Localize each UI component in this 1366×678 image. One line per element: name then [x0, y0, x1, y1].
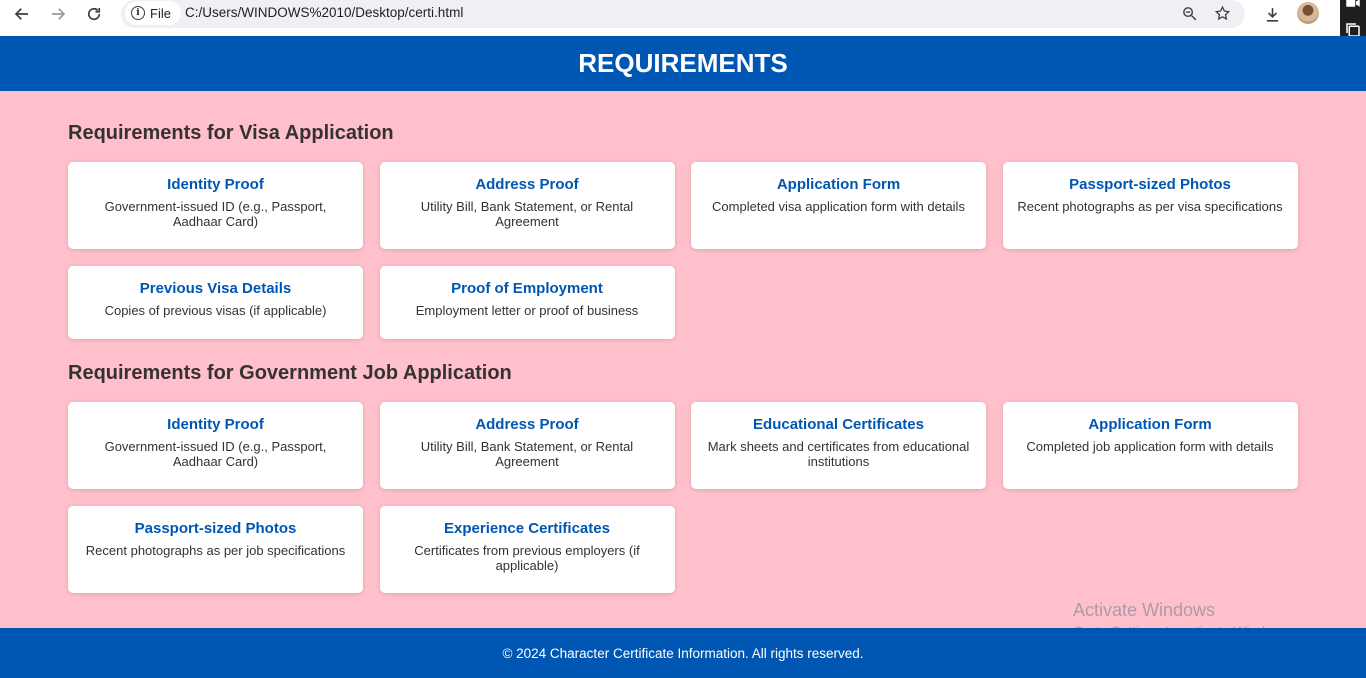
- card-description: Government-issued ID (e.g., Passport, Aa…: [104, 439, 327, 469]
- card-description: Completed job application form with deta…: [1026, 439, 1274, 454]
- card-title: Proof of Employment: [451, 280, 603, 297]
- scheme-label: File: [150, 5, 171, 21]
- forward-arrow-icon[interactable]: [46, 2, 70, 26]
- card-description: Mark sheets and certificates from educat…: [707, 439, 970, 469]
- requirement-card: Address Proof Utility Bill, Bank Stateme…: [379, 162, 675, 249]
- requirement-card: Previous Visa Details Copies of previous…: [68, 266, 363, 339]
- job-requirements-grid: Identity Proof Government-issued ID (e.g…: [68, 402, 1298, 593]
- card-description: Employment letter or proof of business: [415, 303, 639, 318]
- address-bar[interactable]: i File C:/Users/WINDOWS%2010/Desktop/cer…: [121, 0, 1245, 28]
- card-description: Copies of previous visas (if applicable): [104, 303, 327, 318]
- site-info-chip[interactable]: i File: [125, 1, 181, 25]
- card-description: Utility Bill, Bank Statement, or Rental …: [420, 199, 634, 229]
- footer-text: © 2024 Character Certificate Information…: [502, 645, 864, 661]
- requirement-card: Passport-sized Photos Recent photographs…: [1002, 162, 1298, 249]
- card-title: Application Form: [776, 176, 901, 193]
- card-title: Address Proof: [475, 176, 579, 193]
- card-title: Address Proof: [475, 416, 579, 433]
- card-title: Previous Visa Details: [139, 280, 292, 297]
- card-description: Utility Bill, Bank Statement, or Rental …: [420, 439, 634, 469]
- watermark-title: Activate Windows: [1073, 600, 1216, 620]
- requirement-card: Application Form Completed job applicati…: [1002, 402, 1298, 489]
- page-footer: © 2024 Character Certificate Information…: [0, 628, 1366, 678]
- card-description: Certificates from previous employers (if…: [414, 543, 640, 573]
- card-title: Educational Certificates: [753, 416, 924, 433]
- requirement-card: Proof of Employment Employment letter or…: [379, 266, 675, 339]
- card-title: Identity Proof: [167, 416, 264, 433]
- card-title: Passport-sized Photos: [1069, 176, 1231, 193]
- info-icon: i: [131, 6, 145, 20]
- reload-icon[interactable]: [82, 2, 106, 26]
- requirement-card: Experience Certificates Certificates fro…: [379, 506, 675, 593]
- browser-toolbar: i File C:/Users/WINDOWS%2010/Desktop/cer…: [0, 0, 1366, 74]
- requirement-card: Identity Proof Government-issued ID (e.g…: [68, 402, 363, 489]
- requirement-card: Application Form Completed visa applicat…: [691, 162, 986, 249]
- video-icon[interactable]: [1344, 0, 1362, 12]
- section-title-visa: Requirements for Visa Application: [68, 122, 394, 144]
- card-title: Experience Certificates: [444, 520, 610, 537]
- back-arrow-icon[interactable]: [10, 2, 34, 26]
- profile-avatar[interactable]: [1297, 2, 1319, 24]
- page-title: REQUIREMENTS: [578, 48, 788, 78]
- card-description: Government-issued ID (e.g., Passport, Aa…: [104, 199, 327, 229]
- page-header: REQUIREMENTS: [0, 36, 1366, 91]
- card-description: Completed visa application form with det…: [712, 199, 965, 214]
- card-title: Identity Proof: [167, 176, 264, 193]
- card-description: Recent photographs as per visa specifica…: [1017, 199, 1283, 214]
- requirement-card: Educational Certificates Mark sheets and…: [691, 402, 986, 489]
- url-text[interactable]: C:/Users/WINDOWS%2010/Desktop/certi.html: [185, 5, 463, 20]
- requirement-card: Identity Proof Government-issued ID (e.g…: [68, 162, 363, 249]
- section-title-government-job: Requirements for Government Job Applicat…: [68, 362, 512, 384]
- requirement-card: Address Proof Utility Bill, Bank Stateme…: [379, 402, 675, 489]
- requirement-card: Passport-sized Photos Recent photographs…: [68, 506, 363, 593]
- card-title: Application Form: [1088, 416, 1212, 433]
- star-icon[interactable]: [1212, 3, 1232, 23]
- download-icon[interactable]: [1260, 2, 1284, 26]
- main-content: Requirements for Visa Application Identi…: [68, 91, 1298, 593]
- visa-requirements-grid: Identity Proof Government-issued ID (e.g…: [68, 162, 1298, 339]
- card-description: Recent photographs as per job specificat…: [85, 543, 346, 558]
- card-title: Passport-sized Photos: [134, 520, 297, 537]
- zoom-icon[interactable]: [1179, 3, 1199, 23]
